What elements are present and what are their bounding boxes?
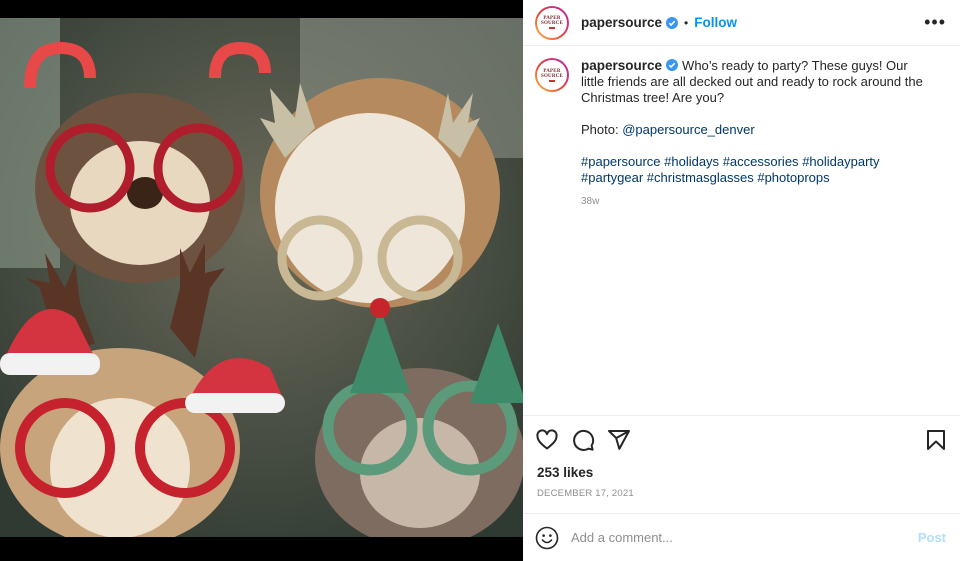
username-link[interactable]: papersource [581,15,662,30]
post-header: PAPER SOURCE papersource • Follow ••• [523,0,960,46]
follow-button[interactable]: Follow [694,15,737,30]
papersource-logo: PAPER SOURCE [539,9,565,36]
action-bar [523,415,960,463]
hashtag-list: #papersource #holidays #accessories #hol… [581,154,931,186]
separator-dot: • [684,15,689,30]
hashtag-link[interactable]: #christmasglasses [647,170,754,185]
hashtag-link[interactable]: #papersource [581,154,661,169]
hashtag-link[interactable]: #holidays [664,154,719,169]
caption-avatar[interactable]: PAPER SOURCE [535,58,569,92]
comment-icon[interactable] [571,428,595,452]
more-options-icon[interactable]: ••• [924,12,946,33]
post-sidebar: PAPER SOURCE papersource • Follow ••• PA… [523,0,960,561]
hashtag-link[interactable]: #accessories [723,154,799,169]
photo-credit-mention[interactable]: @papersource_denver [622,122,754,137]
smiley-icon[interactable] [535,526,559,550]
instagram-post: PAPER SOURCE papersource • Follow ••• PA… [0,0,960,561]
bookmark-icon[interactable] [924,428,948,452]
heart-icon[interactable] [535,428,559,452]
paper-plane-icon[interactable] [607,428,631,452]
post-comment-button[interactable]: Post [918,530,946,545]
caption-text: papersource Who’s ready to party? These g… [581,58,931,106]
comment-box: Post [523,513,960,561]
caption: papersource Who’s ready to party? These g… [581,58,931,415]
photo-credit: Photo: @papersource_denver [581,122,755,137]
likes-count[interactable]: 253 likes [523,463,960,480]
comment-input[interactable] [571,530,918,545]
hashtag-link[interactable]: #holidayparty [802,154,879,169]
avatar[interactable]: PAPER SOURCE [535,5,569,40]
papersource-logo: PAPER SOURCE [539,62,565,88]
caption-area: PAPER SOURCE papersource Who’s ready to p… [523,46,960,415]
plush-toys-photo [0,18,523,537]
post-date[interactable]: December 17, 2021 [523,480,960,513]
post-media [0,0,523,561]
post-photo[interactable] [0,18,523,537]
hashtag-link[interactable]: #partygear [581,170,643,185]
hashtag-link[interactable]: #photoprops [757,170,829,185]
caption-age[interactable]: 38w [581,194,931,210]
caption-username-link[interactable]: papersource [581,58,662,73]
verified-badge-icon [666,16,679,29]
verified-badge-icon [666,59,679,71]
